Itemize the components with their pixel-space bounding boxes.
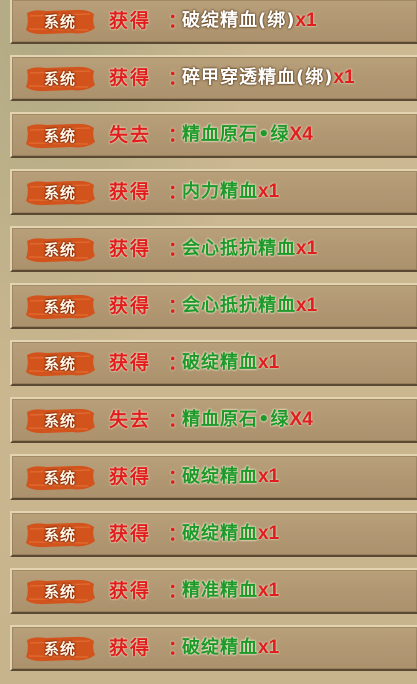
- item-quantity: x1: [258, 637, 280, 658]
- system-tag-badge: 系统: [24, 578, 96, 606]
- item-quantity: x1: [333, 67, 355, 88]
- log-entry: 系统 获得 ： 破绽精血x1: [10, 340, 417, 386]
- item-text: 会心抵抗精血x1: [182, 285, 317, 327]
- item-text: 破绽精血x1: [182, 456, 279, 498]
- item-name: 破绽精血(绑): [182, 10, 296, 31]
- item-quantity: x1: [258, 580, 280, 601]
- log-entry: 系统 获得 ： 会心抵抗精血x1: [10, 226, 417, 272]
- item-name: 破绽精血: [182, 352, 258, 373]
- system-tag-label: 系统: [43, 583, 76, 601]
- item-name: 会心抵抗精血: [182, 295, 296, 316]
- system-tag-badge: 系统: [24, 521, 96, 549]
- log-entry: 系统 获得 ： 碎甲穿透精血(绑)x1: [10, 55, 417, 101]
- log-entry: 系统 失去 ： 精血原石•绿X4: [10, 397, 417, 443]
- item-text: 内力精血x1: [182, 171, 279, 213]
- log-entry: 系统 获得 ： 破绽精血x1: [10, 511, 417, 557]
- system-tag-badge: 系统: [24, 293, 96, 321]
- item-quantity: x1: [258, 352, 280, 373]
- item-text: 破绽精血(绑)x1: [182, 0, 317, 42]
- system-tag-badge: 系统: [24, 407, 96, 435]
- action-verb: 获得: [109, 238, 152, 260]
- system-tag-label: 系统: [43, 298, 76, 316]
- system-tag-label: 系统: [43, 469, 76, 487]
- action-verb: 获得: [109, 10, 152, 32]
- item-text: 会心抵抗精血x1: [182, 228, 317, 270]
- item-quantity: x1: [258, 466, 280, 487]
- item-quantity: X4: [289, 409, 313, 430]
- item-quantity: x1: [296, 238, 318, 259]
- system-tag-label: 系统: [43, 184, 76, 202]
- item-quantity: x1: [296, 295, 318, 316]
- item-text: 破绽精血x1: [182, 342, 279, 384]
- system-tag-label: 系统: [43, 355, 76, 373]
- item-text: 破绽精血x1: [182, 627, 279, 669]
- system-tag-label: 系统: [43, 412, 76, 430]
- action-verb: 获得: [109, 352, 152, 374]
- system-tag-badge: 系统: [24, 635, 96, 663]
- item-name: 破绽精血: [182, 523, 258, 544]
- system-tag-badge: 系统: [24, 464, 96, 492]
- item-name: 破绽精血: [182, 466, 258, 487]
- item-text: 破绽精血x1: [182, 513, 279, 555]
- item-name: 会心抵抗精血: [182, 238, 296, 259]
- action-verb: 失去: [109, 124, 152, 146]
- system-tag-label: 系统: [43, 640, 76, 658]
- action-verb: 获得: [109, 67, 152, 89]
- system-tag-badge: 系统: [24, 122, 96, 150]
- item-name: 碎甲穿透精血(绑): [182, 67, 334, 88]
- item-quantity: x1: [295, 10, 317, 31]
- item-text: 精准精血x1: [182, 570, 279, 612]
- action-verb: 获得: [109, 295, 152, 317]
- item-quantity: X4: [289, 124, 313, 145]
- log-entry: 系统 获得 ： 会心抵抗精血x1: [10, 283, 417, 329]
- log-entry: 系统 获得 ： 破绽精血x1: [10, 625, 417, 671]
- item-quantity: x1: [258, 181, 280, 202]
- system-tag-label: 系统: [43, 127, 76, 145]
- item-name: 内力精血: [182, 181, 258, 202]
- item-name: 精血原石•绿: [182, 409, 290, 430]
- item-text: 精血原石•绿X4: [182, 114, 313, 156]
- system-tag-label: 系统: [43, 526, 76, 544]
- system-tag-label: 系统: [43, 241, 76, 259]
- action-verb: 获得: [109, 523, 152, 545]
- item-text: 碎甲穿透精血(绑)x1: [182, 57, 355, 99]
- system-tag-badge: 系统: [24, 179, 96, 207]
- action-verb: 获得: [109, 466, 152, 488]
- system-tag-badge: 系统: [24, 8, 96, 36]
- log-entry: 系统 获得 ： 破绽精血x1: [10, 454, 417, 500]
- system-tag-badge: 系统: [24, 350, 96, 378]
- item-name: 精血原石•绿: [182, 124, 290, 145]
- log-entry: 系统 获得 ： 内力精血x1: [10, 169, 417, 215]
- system-tag-label: 系统: [43, 13, 76, 31]
- system-tag-badge: 系统: [24, 236, 96, 264]
- log-entry: 系统 获得 ： 破绽精血(绑)x1: [10, 0, 417, 44]
- action-verb: 获得: [109, 181, 152, 203]
- log-entry: 系统 获得 ： 精准精血x1: [10, 568, 417, 614]
- item-quantity: x1: [258, 523, 280, 544]
- action-verb: 获得: [109, 637, 152, 659]
- system-tag-label: 系统: [43, 70, 76, 88]
- system-message-log[interactable]: 系统 获得 ： 破绽精血(绑)x1 系统 获得 ： 碎甲穿透精血(绑)x1 系统…: [0, 0, 417, 684]
- log-entry: 系统 失去 ： 精血原石•绿X4: [10, 112, 417, 158]
- system-tag-badge: 系统: [24, 65, 96, 93]
- item-name: 精准精血: [182, 580, 258, 601]
- action-verb: 获得: [109, 580, 152, 602]
- action-verb: 失去: [109, 409, 152, 431]
- item-text: 精血原石•绿X4: [182, 399, 313, 441]
- item-name: 破绽精血: [182, 637, 258, 658]
